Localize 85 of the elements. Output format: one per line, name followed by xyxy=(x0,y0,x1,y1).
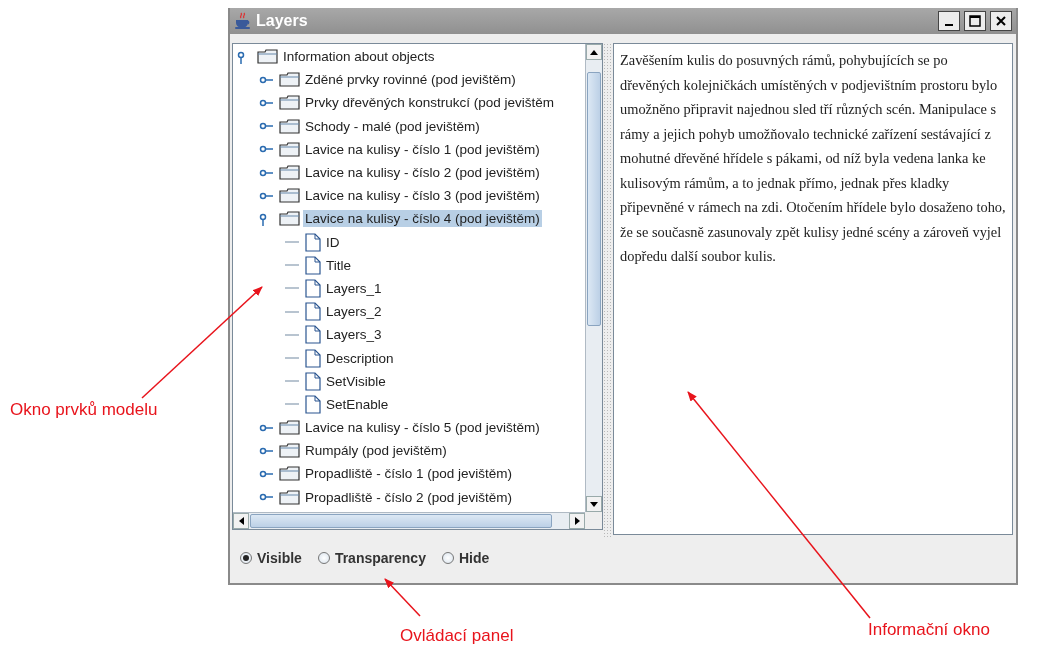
collapsed-handle-icon[interactable] xyxy=(259,191,273,200)
tree-line xyxy=(285,287,299,290)
tree-line xyxy=(285,310,299,313)
tree-item[interactable]: SetEnable xyxy=(324,395,391,413)
tree-line xyxy=(285,380,299,383)
horizontal-scrollbar[interactable] xyxy=(233,512,585,529)
document-icon xyxy=(305,302,321,322)
folder-icon xyxy=(279,443,300,459)
up-arrow-icon xyxy=(590,49,598,55)
annotation-label: Ovládací panel xyxy=(400,626,514,646)
tree-item[interactable]: Prvky dřevěných konstrukcí (pod jevištěm xyxy=(303,94,557,112)
coffee-cup-icon xyxy=(234,12,252,30)
document-icon xyxy=(305,278,321,298)
tree-item[interactable]: Lavice na kulisy - číslo 2 (pod jevištěm) xyxy=(303,164,542,182)
tree-line xyxy=(285,357,299,360)
folder-icon xyxy=(279,95,300,111)
annotation-label: Okno prvků modelu xyxy=(10,400,158,420)
scrollbar-corner xyxy=(585,512,602,529)
minimize-icon xyxy=(945,24,953,26)
document-icon xyxy=(305,232,321,252)
left-arrow-icon xyxy=(238,517,244,525)
tree-item[interactable]: Information about objects xyxy=(281,48,437,66)
tree-item[interactable]: Title xyxy=(324,256,353,274)
expanded-handle-icon[interactable] xyxy=(237,49,247,64)
document-icon xyxy=(305,371,321,391)
right-arrow-icon xyxy=(574,517,580,525)
tree-item[interactable]: Lavice na kulisy - číslo 1 (pod jevištěm) xyxy=(303,140,542,158)
tree-item[interactable]: Layers_1 xyxy=(324,279,384,297)
folder-icon xyxy=(279,118,300,134)
collapsed-handle-icon[interactable] xyxy=(259,145,273,154)
close-button[interactable] xyxy=(990,11,1012,31)
collapsed-handle-icon[interactable] xyxy=(259,423,273,432)
minimize-button[interactable] xyxy=(938,11,960,31)
folder-icon xyxy=(257,49,278,65)
document-icon xyxy=(305,325,321,345)
radio-button[interactable]: Transparency xyxy=(317,550,426,566)
collapsed-handle-icon[interactable] xyxy=(259,493,273,502)
down-arrow-icon xyxy=(590,501,598,507)
tree-item[interactable]: Propadliště - číslo 2 (pod jevištěm) xyxy=(303,488,515,506)
tree-line xyxy=(285,241,299,244)
close-icon xyxy=(996,16,1006,26)
document-icon xyxy=(305,348,321,368)
collapsed-handle-icon[interactable] xyxy=(259,122,273,131)
folder-icon xyxy=(279,141,300,157)
vertical-scrollbar[interactable] xyxy=(585,44,602,512)
tree-item[interactable]: Description xyxy=(324,349,396,367)
info-text: Zavěšením kulis do posuvných rámů, pohybujících se po dřevěných kolejničkách umístěných v podjevištním prostoru bylo umožněno připravit najednou sled tří různých scén. Manipulace s rámy a jejich pohyb umožňovalo technické zařízení sestávající z mohutné dřevěné hřídele s pákami, od níž byla vedena lanka ke kulisovým rámům, a to jednak přímo, jednak přes kladky připevněné v rámech na zdi. Otočením hřídele bylo dosaženo toho, že se současně zasunovaly zpět kulisy jedné scény a zároveň vyjel dopředu další soubor kulis. xyxy=(620,51,1006,266)
tree-item[interactable]: Propadliště - číslo 1 (pod jevištěm) xyxy=(303,465,515,483)
tree-item[interactable]: Zděné prvky rovinné (pod jevištěm) xyxy=(303,71,518,89)
tree-item[interactable]: Lavice na kulisy - číslo 3 (pod jevištěm) xyxy=(303,187,542,205)
folder-icon xyxy=(279,466,300,482)
tree-line xyxy=(285,333,299,336)
tree-item[interactable]: Rumpály (pod jevištěm) xyxy=(303,442,449,460)
tree-item[interactable]: Schody - malé (pod jevištěm) xyxy=(303,117,482,135)
document-icon xyxy=(305,394,321,414)
document-icon xyxy=(305,255,321,275)
scroll-thumb[interactable] xyxy=(587,72,601,326)
collapsed-handle-icon[interactable] xyxy=(259,469,273,478)
tree-item[interactable]: SetVisible xyxy=(324,372,388,390)
annotation-arrow xyxy=(384,578,421,617)
folder-icon xyxy=(279,165,300,181)
folder-icon xyxy=(279,489,300,505)
radio-button[interactable]: Hide xyxy=(441,550,490,566)
tree-item[interactable]: Layers_2 xyxy=(324,303,384,321)
collapsed-handle-icon[interactable] xyxy=(259,75,273,84)
maximize-icon xyxy=(969,15,981,27)
collapsed-handle-icon[interactable] xyxy=(259,446,273,455)
tree-item[interactable]: ID xyxy=(324,233,342,251)
folder-icon xyxy=(279,72,300,88)
tree-line xyxy=(285,264,299,267)
folder-icon xyxy=(279,188,300,204)
folder-icon xyxy=(279,420,300,436)
scroll-thumb[interactable] xyxy=(250,514,552,528)
expanded-handle-icon[interactable] xyxy=(259,211,269,226)
collapsed-handle-icon[interactable] xyxy=(259,168,273,177)
maximize-button[interactable] xyxy=(964,11,986,31)
radio-button[interactable]: Visible xyxy=(240,550,302,566)
folder-icon xyxy=(279,211,300,227)
tree-line xyxy=(285,403,299,406)
tree-item[interactable]: Layers_3 xyxy=(324,326,384,344)
tree-item[interactable]: Lavice na kulisy - číslo 5 (pod jevištěm) xyxy=(303,419,542,437)
collapsed-handle-icon[interactable] xyxy=(259,98,273,107)
tree-item[interactable]: Lavice na kulisy - číslo 4 (pod jevištěm) xyxy=(303,210,542,228)
annotation-label: Informační okno xyxy=(868,620,990,640)
window-title: Layers xyxy=(256,12,308,30)
